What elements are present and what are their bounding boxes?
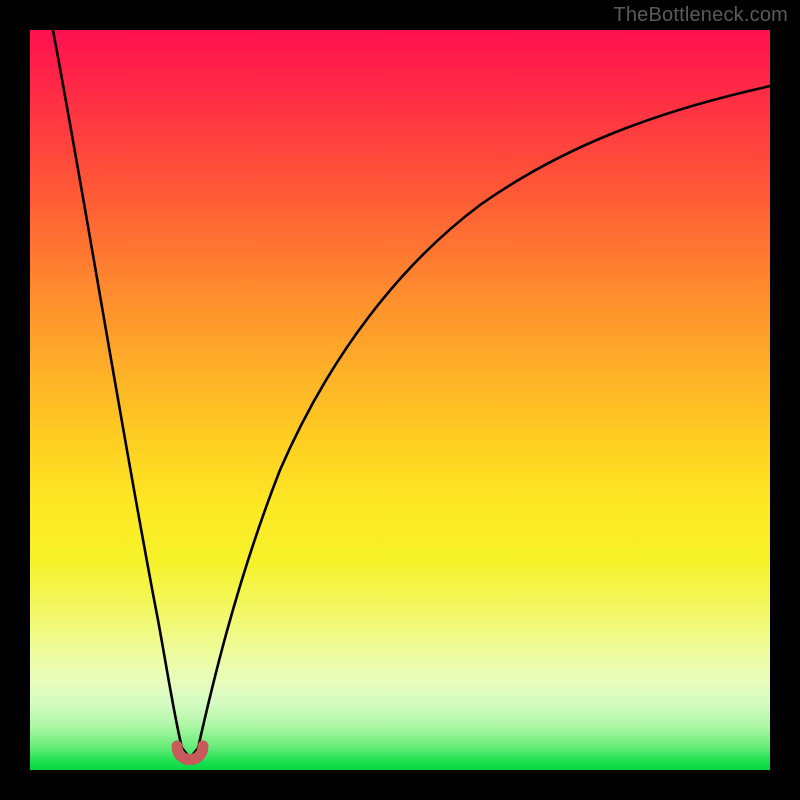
curve-layer xyxy=(30,30,770,770)
mismatch-curve xyxy=(52,30,770,758)
selected-point-marker xyxy=(177,746,203,760)
chart-container: TheBottleneck.com xyxy=(0,0,800,800)
plot-area xyxy=(30,30,770,770)
watermark-text: TheBottleneck.com xyxy=(613,4,788,27)
